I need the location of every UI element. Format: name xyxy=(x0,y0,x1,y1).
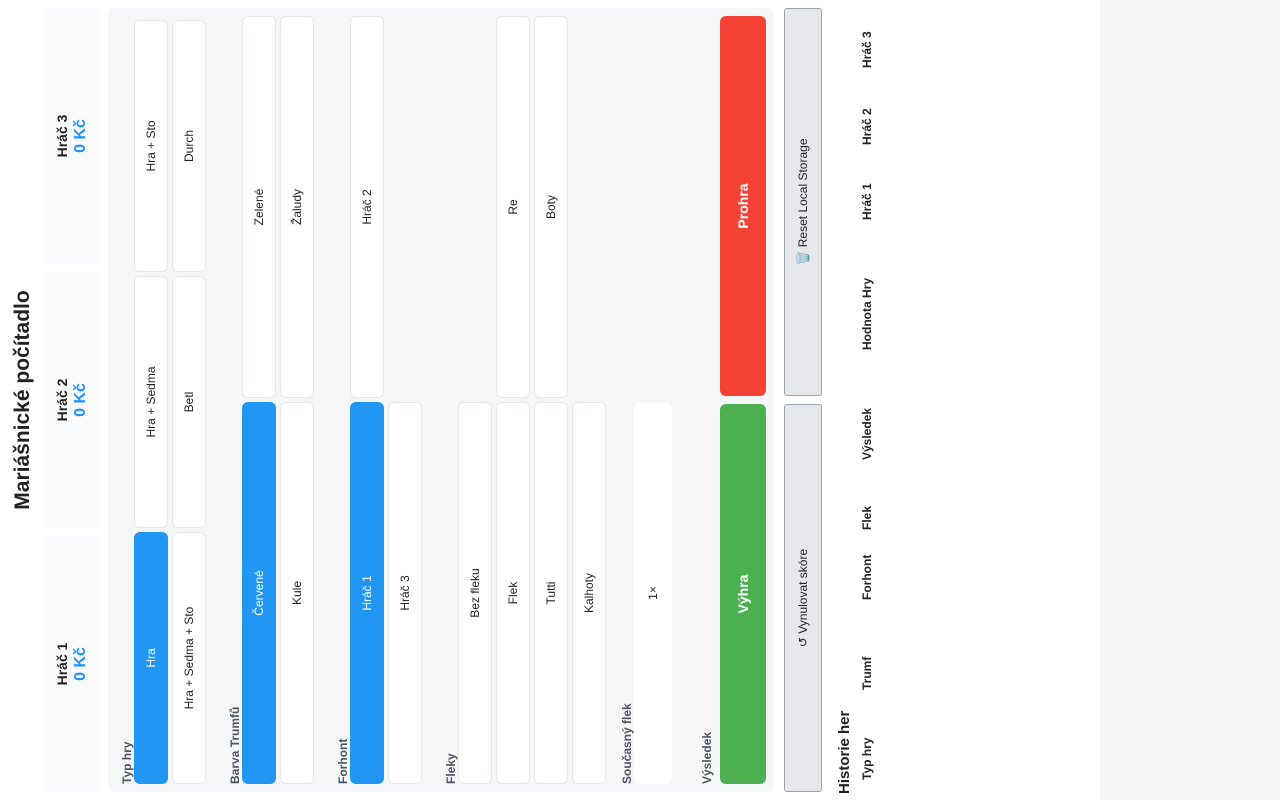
flek-option-re[interactable]: Re xyxy=(496,16,530,398)
player-score: 0 Kč xyxy=(72,119,89,153)
reset-storage-button[interactable]: 🗑️ Reset Local Storage xyxy=(784,8,822,396)
current-flek-value: 1× xyxy=(634,402,672,784)
history-col-hrac-3: Hráč 3 xyxy=(860,31,874,68)
player-score: 0 Kč xyxy=(72,647,89,681)
player-name: Hráč 3 xyxy=(54,114,70,158)
lose-button[interactable]: Prohra xyxy=(720,16,766,396)
history-col-typ-hry: Typ hry xyxy=(860,737,874,780)
history-col-forhont: Forhont xyxy=(860,554,874,600)
history-col-hodnota-hry: Hodnota Hry xyxy=(860,278,874,350)
page-title: Mariášnické počítadlo xyxy=(11,290,34,510)
game-type-option-hra-sto[interactable]: Hra + Sto xyxy=(134,20,168,272)
game-type-option-hra[interactable]: Hra xyxy=(134,532,168,784)
flek-option-bez-fleku[interactable]: Bez fleku xyxy=(458,402,492,784)
player-card-2: Hráč 2 0 Kč xyxy=(44,272,100,528)
history-title: Historie her xyxy=(836,710,853,794)
trump-option-cervene[interactable]: Červené xyxy=(242,402,276,784)
app-root: Mariášnické počítadlo Hráč 1 0 Kč Hráč 2… xyxy=(0,0,1100,800)
game-type-option-hra-sedma-sto[interactable]: Hra + Sedma + Sto xyxy=(172,532,206,784)
game-type-option-hra-sedma[interactable]: Hra + Sedma xyxy=(134,276,168,528)
player-card-1: Hráč 1 0 Kč xyxy=(44,536,100,792)
history-col-hrac-2: Hráč 2 xyxy=(860,108,874,145)
trump-option-zaludy[interactable]: Žaludy xyxy=(280,16,314,398)
result-label: Výsledek xyxy=(700,731,714,784)
player-name: Hráč 1 xyxy=(54,642,70,686)
player-score: 0 Kč xyxy=(72,383,89,417)
trump-option-zelene[interactable]: Zelené xyxy=(242,16,276,398)
game-type-option-durch[interactable]: Durch xyxy=(172,20,206,272)
reset-score-button[interactable]: ↺ Vynulovat skóre xyxy=(784,404,822,792)
flek-option-tutti[interactable]: Tutti xyxy=(534,402,568,784)
player-name: Hráč 2 xyxy=(54,378,70,422)
control-panel: Typ hry Hra Hra + Sedma Hra + Sto Hra + … xyxy=(108,8,774,792)
flek-option-flek[interactable]: Flek xyxy=(496,402,530,784)
flek-option-boty[interactable]: Boty xyxy=(534,16,568,398)
history-col-trumf: Trumf xyxy=(860,656,874,690)
forhont-option-hrac-1[interactable]: Hráč 1 xyxy=(350,402,384,784)
history-col-hrac-1: Hráč 1 xyxy=(860,183,874,220)
forhont-option-hrac-2[interactable]: Hráč 2 xyxy=(350,16,384,398)
history-col-vysledek: Výsledek xyxy=(860,407,874,460)
history-col-flek: Flek xyxy=(860,505,874,530)
win-button[interactable]: Výhra xyxy=(720,404,766,784)
right-side-panel xyxy=(1100,0,1280,800)
game-type-option-betl[interactable]: Betl xyxy=(172,276,206,528)
flek-option-kalhoty[interactable]: Kalhoty xyxy=(572,402,606,784)
forhont-option-hrac-3[interactable]: Hráč 3 xyxy=(388,402,422,784)
player-card-3: Hráč 3 0 Kč xyxy=(44,8,100,264)
trump-option-kule[interactable]: Kule xyxy=(280,402,314,784)
